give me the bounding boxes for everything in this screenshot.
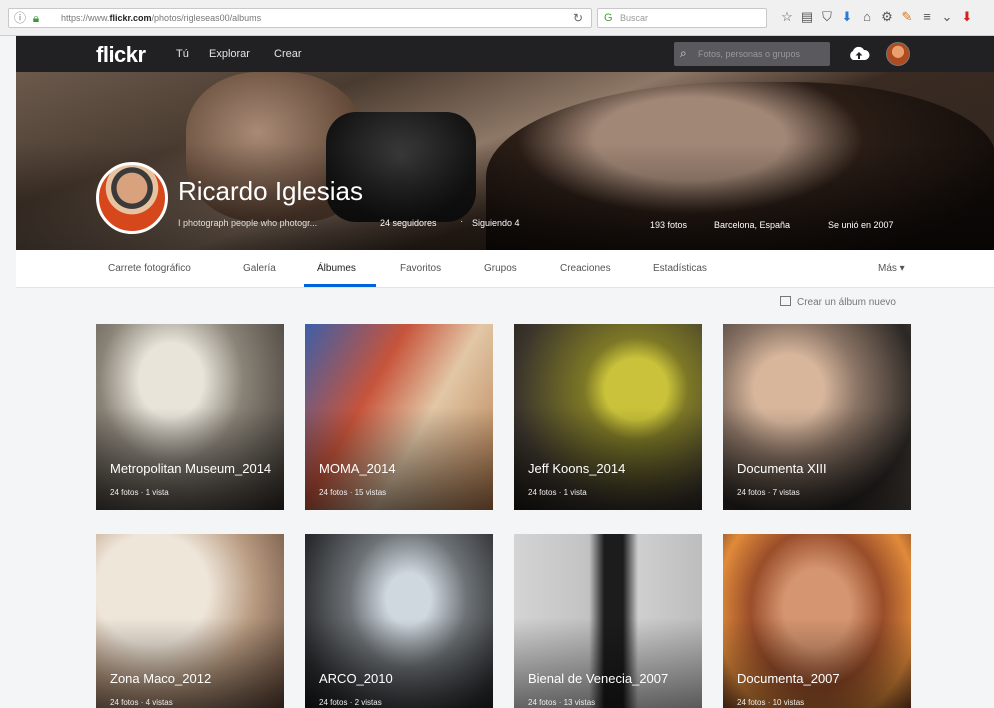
flickr-logo[interactable]: flickr [96, 42, 146, 68]
album-card[interactable]: ARCO_2010 24 fotos · 2 vistas [305, 534, 493, 708]
page: ⓘ 🔒︎ https://www.flickr.com/photos/rigle… [0, 0, 994, 708]
album-card[interactable]: Jeff Koons_2014 24 fotos · 1 vista [514, 324, 702, 510]
following-link[interactable]: Siguiendo 4 [472, 218, 520, 228]
album-meta: 24 fotos · 1 vista [110, 488, 169, 497]
album-meta: 24 fotos · 2 vistas [319, 698, 382, 707]
album-meta: 24 fotos · 13 vistas [528, 698, 596, 707]
pocket-icon[interactable]: ⛉ [820, 9, 834, 25]
profile-name: Ricardo Iglesias [178, 176, 363, 206]
album-card[interactable]: MOMA_2014 24 fotos · 15 vistas [305, 324, 493, 510]
album-card[interactable]: Documenta XIII 24 fotos · 7 vistas [723, 324, 911, 510]
create-album-button[interactable]: Crear un álbum nuevo [780, 296, 896, 308]
album-card[interactable]: Zona Maco_2012 24 fotos · 4 vistas [96, 534, 284, 708]
profile-joined: Se unió en 2007 [828, 220, 894, 230]
search-engine-icon: G [604, 12, 613, 24]
star-icon[interactable]: ☆ [780, 9, 794, 25]
album-plus-icon [780, 296, 791, 306]
album-title: Metropolitan Museum_2014 [110, 461, 272, 476]
album-meta: 24 fotos · 10 vistas [737, 698, 805, 707]
photo-count: 193 fotos [650, 220, 688, 230]
search-placeholder: Fotos, personas o grupos [698, 49, 801, 59]
followers-link[interactable]: 24 seguidores [380, 218, 437, 228]
album-title: MOMA_2014 [319, 461, 396, 476]
extension-icon[interactable]: ⚙ [880, 9, 894, 25]
album-title: ARCO_2010 [319, 671, 393, 686]
nav-link-explore[interactable]: Explorar [209, 48, 250, 60]
album-title: Bienal de Venecia_2007 [528, 671, 669, 686]
tab-gallery[interactable]: Galería [243, 263, 276, 274]
red-arrow-icon[interactable]: ⬇ [960, 9, 974, 25]
tab-groups[interactable]: Grupos [484, 263, 517, 274]
lock-icon: 🔒︎ [32, 11, 40, 25]
album-card[interactable]: Documenta_2007 24 fotos · 10 vistas [723, 534, 911, 708]
chevron-down-icon[interactable]: ⌄ [940, 9, 954, 25]
user-avatar[interactable] [886, 42, 910, 66]
profile-location: Barcelona, España [714, 220, 791, 230]
album-title: Documenta_2007 [737, 671, 840, 686]
pencil-icon[interactable]: ✎ [900, 9, 914, 25]
album-title: Zona Maco_2012 [110, 671, 212, 686]
album-title: Jeff Koons_2014 [528, 461, 626, 476]
album-card[interactable]: Metropolitan Museum_2014 24 fotos · 1 vi… [96, 324, 284, 510]
clipboard-icon[interactable]: ▤ [800, 9, 814, 25]
search-icon: ⌕ [680, 46, 687, 60]
menu-icon[interactable]: ≡ [920, 9, 934, 25]
address-bar[interactable]: ⓘ 🔒︎ https://www.flickr.com/photos/rigle… [8, 8, 592, 28]
album-meta: 24 fotos · 1 vista [528, 488, 587, 497]
album-title: Documenta XIII [737, 461, 827, 476]
browser-search-placeholder: Buscar [620, 13, 649, 23]
browser-toolbar-icons: ☆ ▤ ⛉ ⬇ ⌂ ⚙ ✎ ≡ ⌄ ⬇ [780, 9, 974, 27]
tab-creations[interactable]: Creaciones [560, 263, 611, 274]
nav-link-create[interactable]: Crear [274, 48, 302, 60]
album-meta: 24 fotos · 7 vistas [737, 488, 800, 497]
home-icon[interactable]: ⌂ [860, 9, 874, 25]
url-text: https://www.flickr.com/photos/rigleseas0… [61, 13, 262, 23]
separator-dot: · [460, 216, 464, 227]
album-meta: 24 fotos · 4 vistas [110, 698, 173, 707]
browser-search-box[interactable]: G Buscar [597, 8, 767, 28]
album-meta: 24 fotos · 15 vistas [319, 488, 387, 497]
more-menu[interactable]: Más ▾ [878, 263, 905, 274]
profile-bio[interactable]: I photograph people who photogr... [178, 218, 317, 228]
tab-stats[interactable]: Estadísticas [653, 263, 707, 274]
tab-favorites[interactable]: Favoritos [400, 263, 441, 274]
album-card[interactable]: Bienal de Venecia_2007 24 fotos · 13 vis… [514, 534, 702, 708]
profile-cover: Ricardo Iglesias I photograph people who… [16, 72, 994, 250]
profile-avatar[interactable] [96, 162, 168, 234]
flickr-search-input[interactable]: ⌕ Fotos, personas o grupos [674, 42, 830, 66]
profile-tabs: Carrete fotográfico Galería Álbumes Favo… [16, 250, 994, 288]
flickr-navbar: flickr Tú Explorar Crear ⌕ Fotos, person… [16, 36, 994, 72]
active-tab-indicator [304, 284, 376, 287]
tab-albums[interactable]: Álbumes [317, 263, 356, 274]
nav-link-you[interactable]: Tú [176, 48, 189, 60]
reload-icon[interactable]: ↻ [573, 11, 583, 25]
download-icon[interactable]: ⬇ [840, 9, 854, 25]
browser-toolbar: ⓘ 🔒︎ https://www.flickr.com/photos/rigle… [0, 0, 994, 36]
tab-camera-roll[interactable]: Carrete fotográfico [108, 263, 191, 274]
upload-cloud-icon[interactable] [848, 45, 870, 61]
info-icon[interactable]: ⓘ [13, 11, 27, 25]
